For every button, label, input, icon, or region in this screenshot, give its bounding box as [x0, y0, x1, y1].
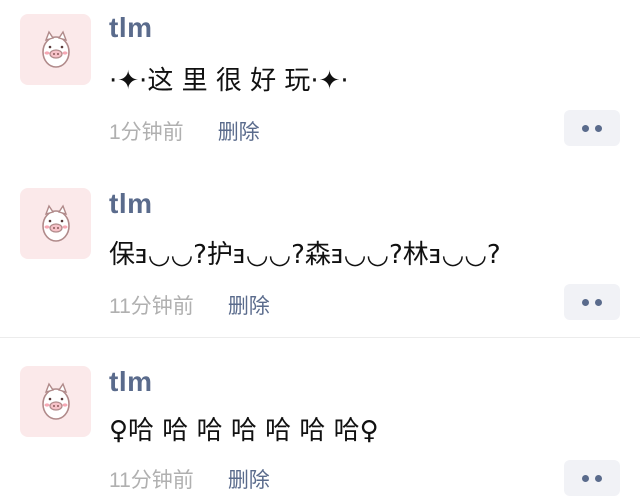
comment-meta: 11分钟前 删除	[109, 464, 270, 494]
comment-meta: 1分钟前 删除	[109, 116, 260, 146]
delete-button[interactable]: 删除	[228, 290, 270, 320]
comment-feed: tlm ·✦·这 里 很 好 玩·✦· 1分钟前 删除 tlm 保ⱻ◡◡?护ⱻ◡…	[0, 0, 640, 503]
more-button[interactable]	[564, 110, 620, 146]
ellipsis-icon	[595, 298, 602, 306]
ellipsis-icon	[595, 124, 602, 132]
pig-avatar-icon	[41, 29, 70, 68]
pig-avatar-icon	[41, 203, 70, 242]
timestamp: 11分钟前	[109, 469, 194, 492]
comment-item: tlm ·✦·这 里 很 好 玩·✦· 1分钟前 删除	[0, 0, 640, 163]
comment-item: tlm 保ⱻ◡◡?护ⱻ◡◡?森ⱻ◡◡?林ⱻ◡◡? 11分钟前 删除	[0, 162, 640, 338]
comment-text: 保ⱻ◡◡?护ⱻ◡◡?森ⱻ◡◡?林ⱻ◡◡?	[109, 240, 501, 270]
comment-meta: 11分钟前 删除	[109, 290, 270, 320]
delete-button[interactable]: 删除	[218, 116, 260, 146]
ellipsis-icon	[582, 474, 589, 482]
username[interactable]: tlm	[109, 188, 153, 220]
ellipsis-icon	[582, 298, 589, 306]
ellipsis-icon	[595, 474, 602, 482]
pig-avatar-icon	[41, 381, 70, 420]
timestamp: 11分钟前	[109, 295, 194, 318]
ellipsis-icon	[582, 124, 589, 132]
comment-text: ♀哈 哈 哈 哈 哈 哈 哈♀	[109, 416, 379, 446]
avatar[interactable]	[20, 188, 91, 259]
username[interactable]: tlm	[109, 366, 153, 398]
delete-button[interactable]: 删除	[228, 464, 270, 494]
more-button[interactable]	[564, 460, 620, 496]
comment-item: tlm ♀哈 哈 哈 哈 哈 哈 哈♀ 11分钟前 删除	[0, 338, 640, 503]
comment-text: ·✦·这 里 很 好 玩·✦·	[109, 66, 349, 96]
username[interactable]: tlm	[109, 12, 153, 44]
timestamp: 1分钟前	[109, 121, 184, 144]
avatar[interactable]	[20, 14, 91, 85]
more-button[interactable]	[564, 284, 620, 320]
avatar[interactable]	[20, 366, 91, 437]
